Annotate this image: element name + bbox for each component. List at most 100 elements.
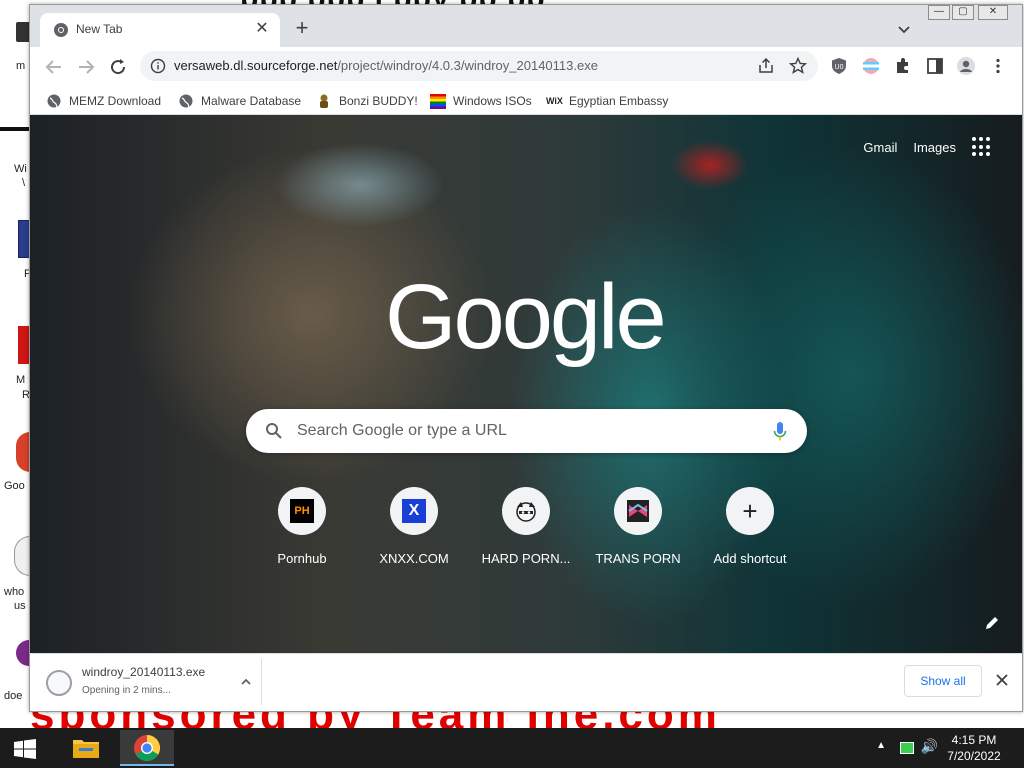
shortcut-label: XNXX.COM (379, 551, 449, 566)
bookmark-malware-database[interactable]: Malware Database (178, 91, 301, 111)
chrome-taskbar-button[interactable] (120, 730, 174, 766)
bookmark-bonzi-buddy[interactable]: Bonzi BUDDY! (316, 91, 418, 111)
folder-icon (73, 740, 99, 758)
tab-close-icon[interactable]: ✕ (252, 19, 272, 39)
clock-date: 7/20/2022 (947, 749, 1001, 763)
shortcut-label: Add shortcut (713, 551, 787, 566)
trans-site-icon (627, 500, 649, 522)
shortcut-icon: + (726, 487, 774, 535)
shortcut-trans-porn[interactable]: TRANS PORN (582, 487, 694, 577)
file-explorer-taskbar-button[interactable] (64, 730, 108, 766)
bookmark-memz-download[interactable]: MEMZ Download (46, 91, 161, 111)
new-tab-page: Gmail Images Google Search Google or typ… (30, 115, 1022, 653)
share-icon[interactable] (756, 56, 776, 76)
bookmark-label: MEMZ Download (69, 94, 162, 108)
wix-icon: WiX (546, 96, 563, 106)
tab-search-icon[interactable] (894, 19, 914, 39)
images-link[interactable]: Images (913, 140, 956, 155)
desktop-label: \ (22, 177, 26, 189)
ntp-top-links: Gmail Images (863, 137, 992, 157)
google-logo: Google (385, 266, 667, 368)
shortcut-icon: X (390, 487, 438, 535)
minimize-button[interactable]: — (928, 5, 950, 20)
trans-flag-icon[interactable] (861, 56, 881, 76)
desktop-label: Goo (4, 480, 25, 492)
shortcut-pornhub[interactable]: PH Pornhub (246, 487, 358, 577)
bookmark-label: Bonzi BUDDY! (339, 94, 418, 108)
maximize-button[interactable]: ▢ (952, 5, 974, 20)
shortcut-label: HARD PORN... (481, 551, 571, 566)
ublock-icon[interactable]: U0 (829, 56, 849, 76)
shortcut-label: Pornhub (277, 551, 327, 566)
tab-new-tab[interactable]: New Tab ✕ (40, 13, 280, 47)
menu-kebab-icon[interactable] (988, 56, 1008, 76)
network-icon[interactable] (900, 742, 914, 754)
bookmarks-bar: MEMZ Download Malware Database Bonzi BUD… (30, 87, 1022, 115)
show-all-button[interactable]: Show all (904, 665, 982, 697)
desktop-label: who (4, 586, 25, 598)
search-icon (266, 423, 282, 439)
chevron-up-icon[interactable] (238, 674, 254, 690)
globe-icon (179, 94, 193, 108)
clock-time: 4:15 PM (951, 733, 997, 747)
bonzi-icon (320, 94, 328, 108)
close-icon[interactable] (994, 672, 1010, 688)
pencil-icon[interactable] (982, 613, 1002, 633)
globe-icon (47, 94, 61, 108)
shortcut-icon: PH (278, 487, 326, 535)
site-info-icon[interactable] (150, 58, 166, 74)
search-placeholder: Search Google or type a URL (297, 422, 507, 439)
plus-icon: + (742, 496, 758, 526)
download-filename: windroy_20140113.exe (82, 665, 206, 679)
shortcut-hard-porn[interactable]: HARD PORN... (470, 487, 582, 577)
add-shortcut-button[interactable]: + Add shortcut (694, 487, 806, 577)
browser-window: New Tab ✕ + — ▢ ✕ versaweb.dl.sourceforg… (29, 4, 1023, 712)
raccoon-icon (516, 502, 536, 522)
desktop-label: Wi (14, 163, 27, 175)
microphone-icon[interactable] (773, 421, 787, 443)
search-input[interactable]: Search Google or type a URL (246, 409, 807, 453)
bookmark-label: Windows ISOs (453, 94, 532, 108)
url-text: versaweb.dl.sourceforge.net/project/wind… (174, 58, 598, 73)
window-close-button[interactable]: ✕ (978, 5, 1008, 20)
google-apps-icon[interactable] (972, 137, 992, 157)
desktop-icon[interactable] (16, 640, 30, 666)
tab-title: New Tab (76, 22, 123, 36)
desktop-icon[interactable] (16, 432, 30, 472)
forward-icon[interactable] (74, 55, 98, 79)
shortcut-icon (502, 487, 550, 535)
bookmark-label: Egyptian Embassy (569, 94, 669, 108)
divider (0, 127, 30, 131)
windows-start-icon[interactable] (14, 739, 36, 759)
desktop-icon[interactable] (14, 536, 30, 576)
desktop-label: us (14, 600, 26, 612)
bookmark-windows-isos[interactable]: Windows ISOs (430, 91, 532, 111)
download-status: Opening in 2 mins... (82, 685, 171, 696)
ph-logo-icon: PH (290, 499, 314, 523)
file-icon (46, 670, 72, 696)
xnxx-logo-icon: X (402, 499, 426, 523)
url-path: /project/windroy/4.0.3/windroy_20140113.… (337, 58, 598, 73)
new-tab-button[interactable]: + (290, 17, 314, 41)
desktop-label: m (16, 60, 26, 72)
bookmark-egyptian-embassy[interactable]: WiX Egyptian Embassy (546, 91, 668, 111)
download-item[interactable]: windroy_20140113.exe Opening in 2 mins..… (36, 659, 262, 705)
clock[interactable]: 4:15 PM 7/20/2022 (944, 732, 1004, 764)
address-bar[interactable]: versaweb.dl.sourceforge.net/project/wind… (140, 51, 818, 81)
reload-icon[interactable] (106, 55, 130, 79)
volume-icon[interactable]: 🔊 (921, 738, 938, 755)
shortcut-xnxx[interactable]: X XNXX.COM (358, 487, 470, 577)
side-panel-icon[interactable] (925, 56, 945, 76)
bookmark-star-icon[interactable] (788, 56, 808, 76)
shortcut-icon (614, 487, 662, 535)
desktop-icons-column: m Wi \ F M R Goo who us doe (0, 0, 32, 728)
chevron-up-icon[interactable]: ▲ (876, 740, 886, 751)
gmail-link[interactable]: Gmail (863, 140, 897, 155)
shortcut-label: TRANS PORN (595, 551, 681, 566)
profile-avatar-icon[interactable] (956, 56, 976, 76)
back-icon[interactable] (42, 55, 66, 79)
extensions-icon[interactable] (893, 56, 913, 76)
taskbar: ▲ 🔊 4:15 PM 7/20/2022 (0, 728, 1024, 768)
download-shelf: windroy_20140113.exe Opening in 2 mins..… (30, 653, 1022, 711)
desktop-label: M (16, 374, 26, 386)
